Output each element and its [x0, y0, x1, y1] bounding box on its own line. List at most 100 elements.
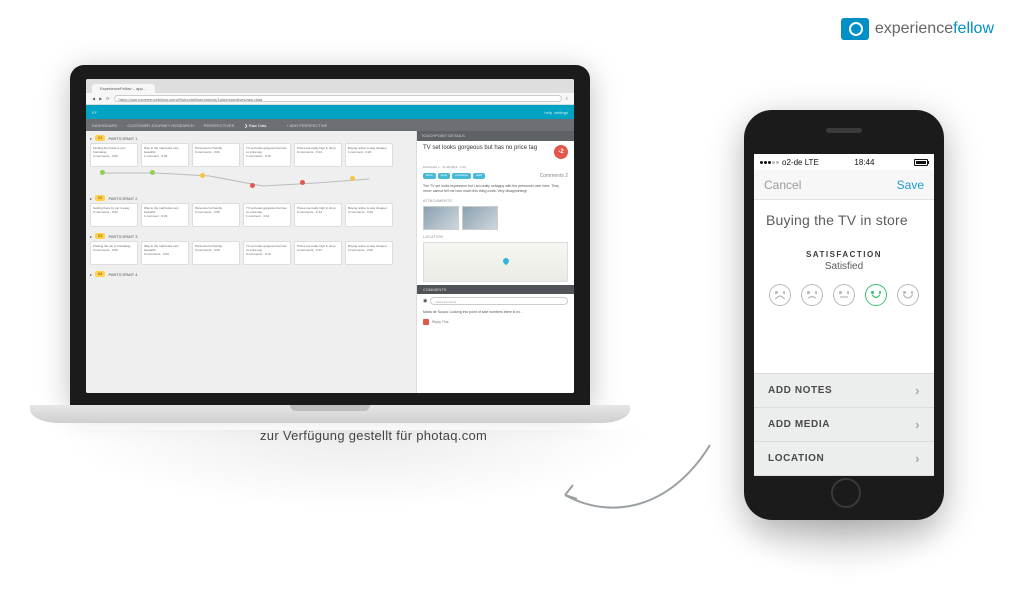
avatar-icon: ◉	[423, 298, 427, 304]
touchpoint-card[interactable]: Parking the car is frustrating0 comments…	[90, 241, 138, 265]
touchpoint-card[interactable]: Getting there by car is easy0 comments ·…	[90, 203, 138, 227]
lane-toggle-icon[interactable]: ▸	[90, 136, 92, 141]
face-sad-icon[interactable]	[801, 284, 823, 306]
reload-icon[interactable]: ⟳	[106, 96, 109, 101]
battery-icon	[914, 159, 928, 166]
lane-title: PARTICIPANT 4	[108, 272, 137, 277]
touchpoint-card[interactable]: Personnel is friendly0 comments · 0:06	[192, 241, 240, 265]
chevron-right-icon: ›	[915, 451, 920, 466]
chevron-right-icon: ›	[915, 417, 920, 432]
touchpoint-card[interactable]: TV set looks gorgeous but has no price t…	[243, 241, 291, 265]
reply-row[interactable]: Reply This	[417, 317, 574, 327]
add-notes-row[interactable]: ADD NOTES›	[754, 374, 934, 408]
tag[interactable]: confusion	[452, 173, 471, 179]
comment-row: Maria de Souza: Looking into point of sa…	[417, 308, 574, 317]
location-row[interactable]: LOCATION ›	[754, 442, 934, 476]
nav-bar: Cancel Save	[754, 170, 934, 200]
touchpoint-card[interactable]: Finding the brand is very frustrating2 c…	[90, 143, 138, 167]
lane-toggle-icon[interactable]: ▸	[90, 234, 92, 239]
lane: ▸ 02 PARTICIPANT 2 Getting there by car …	[90, 195, 412, 227]
watermark-text: zur Verfügung gestellt für photaq.com	[260, 428, 487, 443]
browser-window: ExperienceFellow – app… ◀ ▶ ⟳ https://ap…	[86, 79, 574, 393]
lane-title: PARTICIPANT 2	[108, 196, 137, 201]
sync-arrow-icon	[550, 440, 720, 535]
signal-icon	[760, 161, 779, 164]
face-very-happy-icon[interactable]	[897, 284, 919, 306]
details-panel: TOUCHPOINT DETAILS TV set looks gorgeous…	[416, 131, 574, 393]
touchpoint-card[interactable]: TV set looks gorgeous but has no price t…	[243, 203, 291, 227]
lane-toggle-icon[interactable]: ▸	[90, 272, 92, 277]
clock: 18:44	[854, 158, 874, 167]
subnav-research[interactable]: CUSTOMER JOURNEY RESEARCH	[127, 123, 193, 128]
app-topbar: EF help settings	[86, 105, 574, 119]
face-very-sad-icon[interactable]	[769, 284, 791, 306]
satisfaction-value: Satisfied	[766, 261, 922, 272]
attachment-thumb[interactable]	[462, 206, 498, 230]
add-media-row[interactable]: ADD MEDIA ›	[754, 408, 934, 442]
carrier-label: o2-de	[782, 158, 802, 167]
reply-label: Reply This	[432, 320, 448, 324]
url-field[interactable]: https://app.experiencefellow.com/#!/stor…	[114, 95, 562, 102]
phone-device: o2-de LTE 18:44 Cancel Save Buying the T…	[744, 110, 944, 520]
touchpoint-card[interactable]: Way to the mall looks very beautiful1 co…	[141, 203, 189, 227]
lane: ▸ 01 PARTICIPANT 1 Finding the brand is …	[90, 135, 412, 189]
touchpoint-card[interactable]: Prices are really high in shop0 comments…	[294, 143, 342, 167]
touchpoint-card[interactable]: Buying online is way cheaper1 comment · …	[345, 143, 393, 167]
browser-tabstrip: ExperienceFellow – app…	[86, 79, 574, 93]
brand-logo: experiencefellow	[841, 18, 994, 40]
brand-badge-icon	[841, 18, 869, 40]
face-neutral-icon[interactable]	[833, 284, 855, 306]
cancel-button[interactable]: Cancel	[764, 178, 801, 192]
touchpoint-card[interactable]: Personnel is friendly0 comments · 0:06	[192, 143, 240, 167]
tag[interactable]: staff	[473, 173, 485, 179]
forward-icon[interactable]: ▶	[99, 96, 102, 101]
breadcrumb: ❯ Raw Data	[244, 123, 266, 128]
touchpoint-card[interactable]: Way to the mall looks very beautiful0 co…	[141, 241, 189, 265]
face-happy-icon[interactable]	[865, 284, 887, 306]
lane-tag: 02	[95, 195, 105, 201]
add-media-label: ADD MEDIA	[768, 419, 830, 430]
topbar-link-settings[interactable]: settings	[554, 110, 568, 115]
add-comment-input[interactable]: Add a comment	[430, 297, 568, 305]
touchpoint-card[interactable]: Buying online is way cheaper0 comments ·…	[345, 241, 393, 265]
phone-screen: o2-de LTE 18:44 Cancel Save Buying the T…	[754, 154, 934, 476]
journey-lanes: ▸ 01 PARTICIPANT 1 Finding the brand is …	[86, 131, 416, 393]
location-label: LOCATION	[768, 453, 824, 464]
mood-sparkline	[92, 169, 412, 189]
lane-title: PARTICIPANT 3	[108, 234, 137, 239]
reply-icon	[423, 319, 429, 325]
lane-tag: 01	[95, 135, 105, 141]
add-perspective-button[interactable]: + ADD PERSPECTIVE	[286, 123, 327, 128]
back-icon[interactable]: ◀	[92, 96, 95, 101]
comments-count: Comments 2	[540, 173, 568, 179]
save-button[interactable]: Save	[897, 178, 924, 192]
menu-icon[interactable]: ≡	[566, 96, 568, 101]
topbar-link-help[interactable]: help	[544, 110, 552, 115]
touchpoint-card[interactable]: Personnel is friendly0 comments · 0:06	[192, 203, 240, 227]
subnav-dashboard[interactable]: DASHBOARD	[92, 123, 117, 128]
touchpoint-card[interactable]: Prices are really high in shop0 comments…	[294, 241, 342, 265]
app-logo[interactable]: EF	[92, 110, 97, 115]
touchpoint-card[interactable]: Buying online is way cheaper0 comments ·…	[345, 203, 393, 227]
location-map[interactable]	[423, 242, 568, 282]
touchpoint-card[interactable]: TV set looks gorgeous but has no price t…	[243, 143, 291, 167]
tag[interactable]: price	[438, 173, 451, 179]
details-tags: store price confusion staff Comments 2	[417, 171, 574, 181]
lane-toggle-icon[interactable]: ▸	[90, 196, 92, 201]
touchpoint-card[interactable]: Way to the mall looks very beautiful1 co…	[141, 143, 189, 167]
network-label: LTE	[805, 158, 819, 167]
subnav-perspectives[interactable]: PERSPECTIVES	[204, 123, 235, 128]
comments-header: COMMENTS	[417, 285, 574, 294]
laptop-device: ExperienceFellow – app… ◀ ▶ ⟳ https://ap…	[55, 65, 605, 423]
phone-body: Buying the TV in store SATISFACTION Sati…	[754, 200, 934, 373]
attachment-thumb[interactable]	[423, 206, 459, 230]
chevron-right-icon: ›	[915, 383, 920, 398]
tag[interactable]: store	[423, 173, 436, 179]
browser-tab[interactable]: ExperienceFellow – app…	[92, 84, 155, 93]
entry-title-input[interactable]: Buying the TV in store	[766, 212, 922, 228]
brand-name-bold: fellow	[953, 20, 994, 37]
details-title: TV set looks gorgeous but has no price t…	[423, 145, 550, 152]
touchpoint-card[interactable]: Prices are really high in shop0 comments…	[294, 203, 342, 227]
location-label: LOCATION	[417, 233, 574, 239]
phone-shadow	[734, 520, 954, 580]
